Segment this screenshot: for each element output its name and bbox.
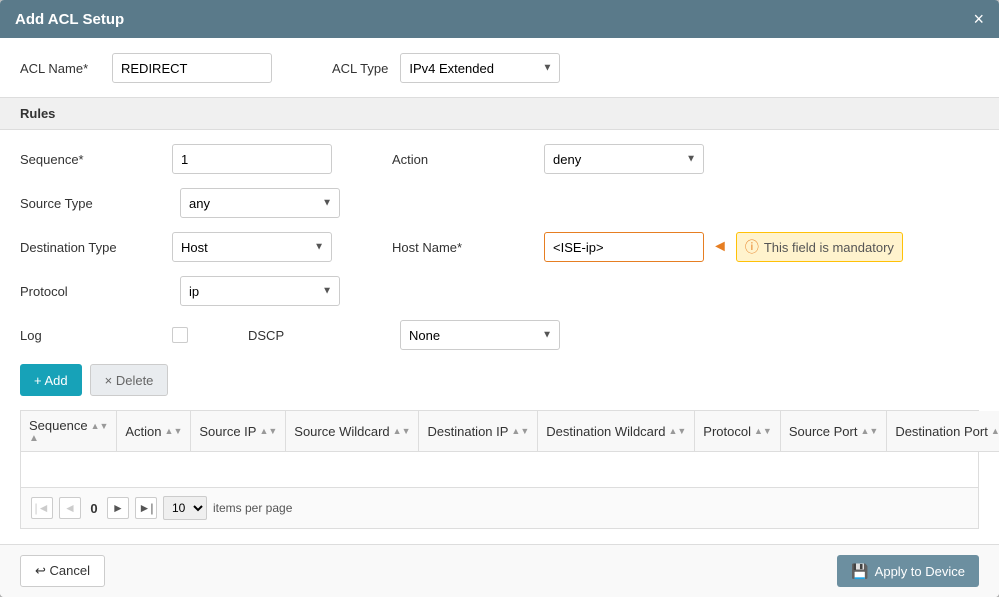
dscp-label: DSCP [248, 328, 388, 343]
destination-type-row: Destination Type Host any Network ▼ Host… [20, 232, 979, 262]
log-checkbox[interactable] [172, 327, 188, 343]
acl-type-label: ACL Type [332, 61, 388, 76]
prev-page-button[interactable]: ◄ [59, 497, 81, 519]
sort-protocol-icon: ▲▼ [754, 426, 772, 436]
table-head: Sequence ▲▼ ▲ Action ▲▼ [21, 411, 999, 452]
log-label: Log [20, 328, 160, 343]
acl-type-select-wrapper: IPv4 Extended ▼ [400, 53, 560, 83]
rules-table: Sequence ▲▼ ▲ Action ▲▼ [21, 411, 999, 487]
no-items-row: No items to display [21, 452, 999, 488]
mandatory-text: This field is mandatory [764, 240, 894, 255]
dscp-select[interactable]: None [400, 320, 560, 350]
dscp-select-wrapper: None ▼ [400, 320, 560, 350]
last-page-button[interactable]: ►| [135, 497, 157, 519]
sequence-label: Sequence* [20, 152, 160, 167]
modal-title: Add ACL Setup [15, 11, 124, 28]
source-type-select-wrapper: any Host Network ▼ [180, 188, 340, 218]
modal-footer: ↩ Cancel 💾 Apply to Device [0, 544, 999, 597]
items-per-page-label: items per page [213, 501, 292, 515]
source-type-row: Source Type any Host Network ▼ [20, 188, 979, 218]
sequence-action-row: Sequence* Action deny permit ▼ [20, 144, 979, 174]
acl-name-input[interactable] [112, 53, 272, 83]
sort-destip-icon: ▲▼ [511, 426, 529, 436]
acl-type-select[interactable]: IPv4 Extended [400, 53, 560, 83]
sequence-input[interactable] [172, 144, 332, 174]
table-body: No items to display [21, 452, 999, 488]
host-name-label: Host Name* [392, 240, 532, 255]
action-label: Action [392, 152, 532, 167]
sort-sequence-icon: ▲▼ [91, 421, 109, 431]
source-type-label: Source Type [20, 196, 160, 211]
protocol-select-wrapper: ip tcp udp ▼ [180, 276, 340, 306]
rules-table-container: Sequence ▲▼ ▲ Action ▲▼ [20, 410, 979, 529]
sort-sourcewc-icon: ▲▼ [393, 426, 411, 436]
no-items-text: No items to display [21, 452, 999, 488]
action-select-wrapper: deny permit ▼ [544, 144, 704, 174]
btn-actions: + Add × Delete [20, 364, 979, 396]
close-button[interactable]: × [973, 10, 984, 28]
sort-destport-icon: ▲▼ [991, 426, 999, 436]
th-source-ip[interactable]: Source IP ▲▼ [191, 411, 286, 452]
modal-body: ACL Name* ACL Type IPv4 Extended ▼ Rules… [0, 38, 999, 544]
protocol-select[interactable]: ip tcp udp [180, 276, 340, 306]
rules-section-header: Rules [0, 97, 999, 130]
apply-to-device-button[interactable]: 💾 Apply to Device [837, 555, 979, 587]
action-select[interactable]: deny permit [544, 144, 704, 174]
th-source-port[interactable]: Source Port ▲▼ [780, 411, 886, 452]
source-type-select[interactable]: any Host Network [180, 188, 340, 218]
protocol-label: Protocol [20, 284, 160, 299]
first-page-button[interactable]: |◄ [31, 497, 53, 519]
sort-destwc-icon: ▲▼ [668, 426, 686, 436]
next-page-button[interactable]: ► [107, 497, 129, 519]
per-page-select[interactable]: 10 25 50 [163, 496, 207, 520]
destination-type-select[interactable]: Host any Network [172, 232, 332, 262]
destination-type-label: Destination Type [20, 240, 160, 255]
add-button[interactable]: + Add [20, 364, 82, 396]
table-header-row: Sequence ▲▼ ▲ Action ▲▼ [21, 411, 999, 452]
log-dscp-row: Log DSCP None ▼ [20, 320, 979, 350]
sort-action-icon: ▲▼ [165, 426, 183, 436]
floppy-icon: 💾 [851, 563, 868, 580]
warning-arrow-icon: ◄ [712, 238, 728, 256]
modal-header: Add ACL Setup × [0, 0, 999, 38]
th-destination-port[interactable]: Destination Port ▲▼ [887, 411, 999, 452]
acl-name-label: ACL Name* [20, 61, 100, 76]
acl-name-row: ACL Name* ACL Type IPv4 Extended ▼ [20, 53, 979, 83]
th-protocol[interactable]: Protocol ▲▼ [695, 411, 781, 452]
delete-button[interactable]: × Delete [90, 364, 169, 396]
protocol-row: Protocol ip tcp udp ▼ [20, 276, 979, 306]
info-icon: ⓘ [745, 237, 759, 257]
host-name-group: ◄ ⓘ This field is mandatory [544, 232, 903, 262]
th-sequence[interactable]: Sequence ▲▼ ▲ [21, 411, 117, 452]
destination-type-select-wrapper: Host any Network ▼ [172, 232, 332, 262]
sort-sourceip-icon: ▲▼ [259, 426, 277, 436]
pagination-bar: |◄ ◄ 0 ► ►| 10 25 50 items per page [21, 487, 978, 528]
th-action[interactable]: Action ▲▼ [117, 411, 191, 452]
mandatory-badge: ⓘ This field is mandatory [736, 232, 903, 262]
th-destination-wildcard[interactable]: Destination Wildcard ▲▼ [538, 411, 695, 452]
th-source-wildcard[interactable]: Source Wildcard ▲▼ [286, 411, 419, 452]
apply-label: Apply to Device [875, 564, 965, 579]
modal-container: Add ACL Setup × ACL Name* ACL Type IPv4 … [0, 0, 999, 597]
page-number: 0 [87, 501, 101, 516]
host-name-input[interactable] [544, 232, 704, 262]
th-destination-ip[interactable]: Destination IP ▲▼ [419, 411, 538, 452]
sort-sourceport-icon: ▲▼ [860, 426, 878, 436]
cancel-button[interactable]: ↩ Cancel [20, 555, 105, 587]
